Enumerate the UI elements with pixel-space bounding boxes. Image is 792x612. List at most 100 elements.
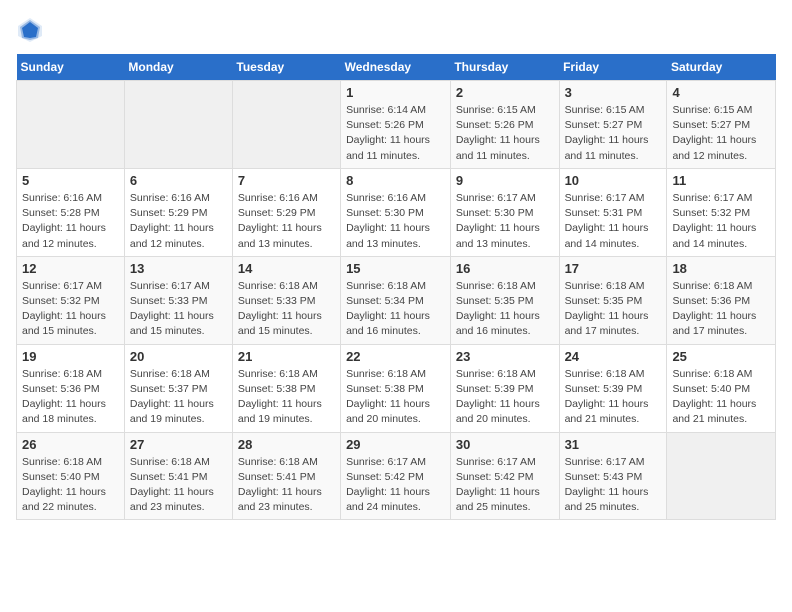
day-number: 8 <box>346 173 445 188</box>
day-number: 19 <box>22 349 119 364</box>
day-info: Sunrise: 6:18 AM Sunset: 5:35 PM Dayligh… <box>565 279 662 340</box>
day-info: Sunrise: 6:17 AM Sunset: 5:42 PM Dayligh… <box>456 455 554 516</box>
calendar-cell: 5 Sunrise: 6:16 AM Sunset: 5:28 PM Daylig… <box>17 168 125 256</box>
day-number: 13 <box>130 261 227 276</box>
calendar-cell: 18 Sunrise: 6:18 AM Sunset: 5:36 PM Dayli… <box>667 256 776 344</box>
day-number: 24 <box>565 349 662 364</box>
calendar-cell: 19 Sunrise: 6:18 AM Sunset: 5:36 PM Dayli… <box>17 344 125 432</box>
calendar-table: SundayMondayTuesdayWednesdayThursdayFrid… <box>16 54 776 520</box>
calendar-cell: 22 Sunrise: 6:18 AM Sunset: 5:38 PM Dayli… <box>341 344 451 432</box>
calendar-cell: 30 Sunrise: 6:17 AM Sunset: 5:42 PM Dayli… <box>450 432 559 520</box>
day-info: Sunrise: 6:17 AM Sunset: 5:42 PM Dayligh… <box>346 455 445 516</box>
calendar-cell <box>124 81 232 169</box>
day-info: Sunrise: 6:18 AM Sunset: 5:33 PM Dayligh… <box>238 279 335 340</box>
day-number: 11 <box>672 173 770 188</box>
day-info: Sunrise: 6:18 AM Sunset: 5:39 PM Dayligh… <box>456 367 554 428</box>
logo-icon <box>16 16 44 44</box>
day-info: Sunrise: 6:18 AM Sunset: 5:36 PM Dayligh… <box>22 367 119 428</box>
day-number: 4 <box>672 85 770 100</box>
day-header-wednesday: Wednesday <box>341 54 451 81</box>
calendar-cell: 17 Sunrise: 6:18 AM Sunset: 5:35 PM Dayli… <box>559 256 667 344</box>
day-info: Sunrise: 6:17 AM Sunset: 5:32 PM Dayligh… <box>22 279 119 340</box>
day-number: 20 <box>130 349 227 364</box>
day-number: 21 <box>238 349 335 364</box>
calendar-cell: 27 Sunrise: 6:18 AM Sunset: 5:41 PM Dayli… <box>124 432 232 520</box>
day-number: 10 <box>565 173 662 188</box>
calendar-week-row: 1Sunrise: 6:14 AM Sunset: 5:26 PM Daylig… <box>17 81 776 169</box>
day-info: Sunrise: 6:18 AM Sunset: 5:41 PM Dayligh… <box>238 455 335 516</box>
day-number: 18 <box>672 261 770 276</box>
day-info: Sunrise: 6:17 AM Sunset: 5:33 PM Dayligh… <box>130 279 227 340</box>
day-info: Sunrise: 6:18 AM Sunset: 5:41 PM Dayligh… <box>130 455 227 516</box>
calendar-cell: 1Sunrise: 6:14 AM Sunset: 5:26 PM Daylig… <box>341 81 451 169</box>
day-info: Sunrise: 6:18 AM Sunset: 5:36 PM Dayligh… <box>672 279 770 340</box>
calendar-week-row: 26Sunrise: 6:18 AM Sunset: 5:40 PM Dayli… <box>17 432 776 520</box>
calendar-cell: 4 Sunrise: 6:15 AM Sunset: 5:27 PM Daylig… <box>667 81 776 169</box>
day-header-tuesday: Tuesday <box>232 54 340 81</box>
day-info: Sunrise: 6:18 AM Sunset: 5:39 PM Dayligh… <box>565 367 662 428</box>
calendar-cell: 24 Sunrise: 6:18 AM Sunset: 5:39 PM Dayli… <box>559 344 667 432</box>
calendar-cell: 26Sunrise: 6:18 AM Sunset: 5:40 PM Dayli… <box>17 432 125 520</box>
day-number: 9 <box>456 173 554 188</box>
days-header-row: SundayMondayTuesdayWednesdayThursdayFrid… <box>17 54 776 81</box>
calendar-cell <box>17 81 125 169</box>
day-info: Sunrise: 6:15 AM Sunset: 5:26 PM Dayligh… <box>456 103 554 164</box>
day-number: 25 <box>672 349 770 364</box>
day-number: 26 <box>22 437 119 452</box>
day-number: 2 <box>456 85 554 100</box>
day-number: 5 <box>22 173 119 188</box>
day-number: 12 <box>22 261 119 276</box>
day-header-thursday: Thursday <box>450 54 559 81</box>
logo <box>16 16 48 44</box>
day-info: Sunrise: 6:17 AM Sunset: 5:32 PM Dayligh… <box>672 191 770 252</box>
day-info: Sunrise: 6:18 AM Sunset: 5:35 PM Dayligh… <box>456 279 554 340</box>
calendar-cell: 29 Sunrise: 6:17 AM Sunset: 5:42 PM Dayli… <box>341 432 451 520</box>
day-number: 15 <box>346 261 445 276</box>
day-number: 3 <box>565 85 662 100</box>
day-info: Sunrise: 6:18 AM Sunset: 5:38 PM Dayligh… <box>346 367 445 428</box>
calendar-week-row: 19 Sunrise: 6:18 AM Sunset: 5:36 PM Dayli… <box>17 344 776 432</box>
day-info: Sunrise: 6:15 AM Sunset: 5:27 PM Dayligh… <box>565 103 662 164</box>
calendar-cell: 16 Sunrise: 6:18 AM Sunset: 5:35 PM Dayli… <box>450 256 559 344</box>
calendar-cell: 13 Sunrise: 6:17 AM Sunset: 5:33 PM Dayli… <box>124 256 232 344</box>
calendar-cell: 15 Sunrise: 6:18 AM Sunset: 5:34 PM Dayli… <box>341 256 451 344</box>
calendar-cell <box>667 432 776 520</box>
page-header <box>16 16 776 44</box>
calendar-cell: 9 Sunrise: 6:17 AM Sunset: 5:30 PM Daylig… <box>450 168 559 256</box>
day-info: Sunrise: 6:16 AM Sunset: 5:28 PM Dayligh… <box>22 191 119 252</box>
day-info: Sunrise: 6:17 AM Sunset: 5:30 PM Dayligh… <box>456 191 554 252</box>
day-number: 28 <box>238 437 335 452</box>
day-number: 17 <box>565 261 662 276</box>
day-number: 30 <box>456 437 554 452</box>
calendar-cell: 28 Sunrise: 6:18 AM Sunset: 5:41 PM Dayli… <box>232 432 340 520</box>
calendar-cell: 31Sunrise: 6:17 AM Sunset: 5:43 PM Dayli… <box>559 432 667 520</box>
day-number: 14 <box>238 261 335 276</box>
day-number: 16 <box>456 261 554 276</box>
calendar-cell: 21 Sunrise: 6:18 AM Sunset: 5:38 PM Dayli… <box>232 344 340 432</box>
calendar-cell: 2 Sunrise: 6:15 AM Sunset: 5:26 PM Daylig… <box>450 81 559 169</box>
day-number: 22 <box>346 349 445 364</box>
day-info: Sunrise: 6:18 AM Sunset: 5:34 PM Dayligh… <box>346 279 445 340</box>
calendar-cell: 8 Sunrise: 6:16 AM Sunset: 5:30 PM Daylig… <box>341 168 451 256</box>
day-info: Sunrise: 6:18 AM Sunset: 5:38 PM Dayligh… <box>238 367 335 428</box>
calendar-week-row: 5 Sunrise: 6:16 AM Sunset: 5:28 PM Daylig… <box>17 168 776 256</box>
day-number: 31 <box>565 437 662 452</box>
day-info: Sunrise: 6:15 AM Sunset: 5:27 PM Dayligh… <box>672 103 770 164</box>
calendar-cell: 25Sunrise: 6:18 AM Sunset: 5:40 PM Dayli… <box>667 344 776 432</box>
day-info: Sunrise: 6:16 AM Sunset: 5:30 PM Dayligh… <box>346 191 445 252</box>
day-info: Sunrise: 6:17 AM Sunset: 5:31 PM Dayligh… <box>565 191 662 252</box>
day-number: 27 <box>130 437 227 452</box>
calendar-cell: 11 Sunrise: 6:17 AM Sunset: 5:32 PM Dayli… <box>667 168 776 256</box>
calendar-cell: 10 Sunrise: 6:17 AM Sunset: 5:31 PM Dayli… <box>559 168 667 256</box>
day-header-saturday: Saturday <box>667 54 776 81</box>
day-number: 6 <box>130 173 227 188</box>
calendar-cell: 14 Sunrise: 6:18 AM Sunset: 5:33 PM Dayli… <box>232 256 340 344</box>
day-number: 29 <box>346 437 445 452</box>
calendar-cell <box>232 81 340 169</box>
calendar-cell: 7Sunrise: 6:16 AM Sunset: 5:29 PM Daylig… <box>232 168 340 256</box>
calendar-cell: 20Sunrise: 6:18 AM Sunset: 5:37 PM Dayli… <box>124 344 232 432</box>
day-info: Sunrise: 6:16 AM Sunset: 5:29 PM Dayligh… <box>130 191 227 252</box>
day-number: 23 <box>456 349 554 364</box>
calendar-week-row: 12 Sunrise: 6:17 AM Sunset: 5:32 PM Dayli… <box>17 256 776 344</box>
day-info: Sunrise: 6:16 AM Sunset: 5:29 PM Dayligh… <box>238 191 335 252</box>
